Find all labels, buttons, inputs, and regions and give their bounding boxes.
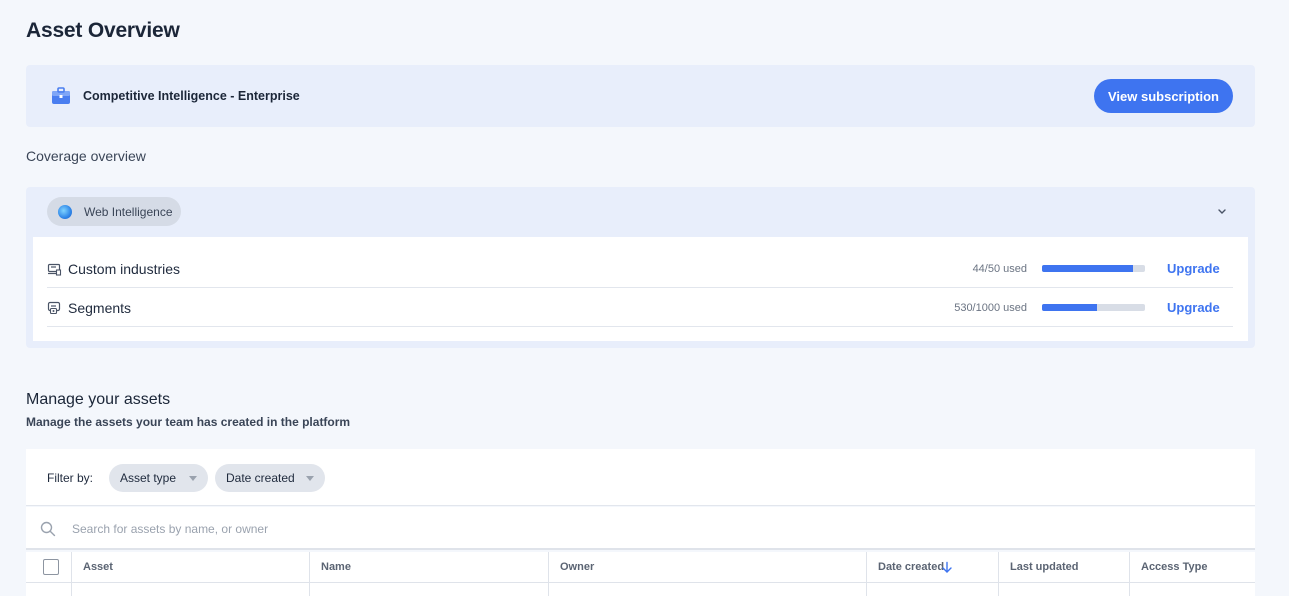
coverage-row-custom-industries: Custom industries 44/50 used Upgrade (47, 249, 1233, 288)
select-all-cell (26, 552, 72, 583)
subscription-name: Competitive Intelligence - Enterprise (83, 89, 300, 103)
coverage-row-label: Segments (68, 300, 132, 316)
industry-icon (47, 263, 62, 276)
manage-assets-title: Manage your assets (26, 391, 171, 408)
subscription-banner: Competitive Intelligence - Enterprise Vi… (26, 65, 1255, 127)
page-title: Asset Overview (26, 19, 180, 42)
select-all-checkbox[interactable] (43, 559, 59, 575)
view-subscription-button[interactable]: View subscription (1094, 79, 1233, 113)
asset-type-filter-dropdown[interactable]: Asset type (109, 464, 208, 492)
caret-down-icon (189, 476, 197, 481)
column-header-owner[interactable]: Owner (549, 552, 867, 583)
column-divider (866, 583, 867, 596)
usage-text: 530/1000 used (954, 302, 1027, 314)
asset-search-input[interactable] (70, 517, 774, 541)
coverage-body: Custom industries 44/50 used Upgrade Seg… (33, 237, 1248, 341)
assets-table-body (26, 583, 1255, 596)
column-header-date-created[interactable]: Date created (867, 552, 999, 583)
column-header-access-type[interactable]: Access Type (1130, 552, 1255, 583)
filter-label: Filter by: (47, 471, 94, 485)
segments-icon (47, 301, 61, 315)
column-header-name[interactable]: Name (310, 552, 549, 583)
product-chip[interactable]: Web Intelligence (47, 197, 181, 226)
search-icon (40, 521, 56, 537)
globe-icon (58, 204, 72, 219)
column-divider (548, 583, 549, 596)
coverage-row-segments: Segments 530/1000 used Upgrade (47, 288, 1233, 327)
asset-search-bar (26, 507, 1255, 550)
usage-progress-fill (1042, 304, 1097, 311)
column-divider (309, 583, 310, 596)
coverage-row-label: Custom industries (68, 261, 181, 277)
column-divider (71, 583, 72, 596)
product-chip-label: Web Intelligence (84, 204, 173, 219)
column-header-label: Date created (878, 561, 945, 573)
usage-progress-fill (1042, 265, 1133, 272)
upgrade-link[interactable]: Upgrade (1167, 300, 1220, 315)
chevron-down-icon[interactable] (1215, 204, 1229, 218)
dropdown-label: Asset type (120, 471, 177, 485)
filter-bar: Filter by: Asset type Date created (26, 449, 1255, 506)
usage-progress-bar (1042, 265, 1145, 272)
column-divider (1129, 583, 1130, 596)
usage-text: 44/50 used (972, 263, 1027, 275)
column-header-last-updated[interactable]: Last updated (999, 552, 1130, 583)
arrow-down-icon[interactable] (941, 561, 953, 574)
caret-down-icon (306, 476, 314, 481)
upgrade-link[interactable]: Upgrade (1167, 261, 1220, 276)
dropdown-label: Date created (226, 471, 295, 485)
briefcase-icon (52, 87, 70, 104)
usage-progress-bar (1042, 304, 1145, 311)
column-divider (998, 583, 999, 596)
manage-assets-subtitle: Manage the assets your team has created … (26, 415, 351, 429)
coverage-overview-title: Coverage overview (26, 148, 146, 164)
assets-table-header: Asset Name Owner Date created Last updat… (26, 552, 1255, 583)
coverage-card: Web Intelligence Custom industries 44/50… (26, 187, 1255, 348)
date-created-filter-dropdown[interactable]: Date created (215, 464, 325, 492)
column-header-asset[interactable]: Asset (72, 552, 310, 583)
